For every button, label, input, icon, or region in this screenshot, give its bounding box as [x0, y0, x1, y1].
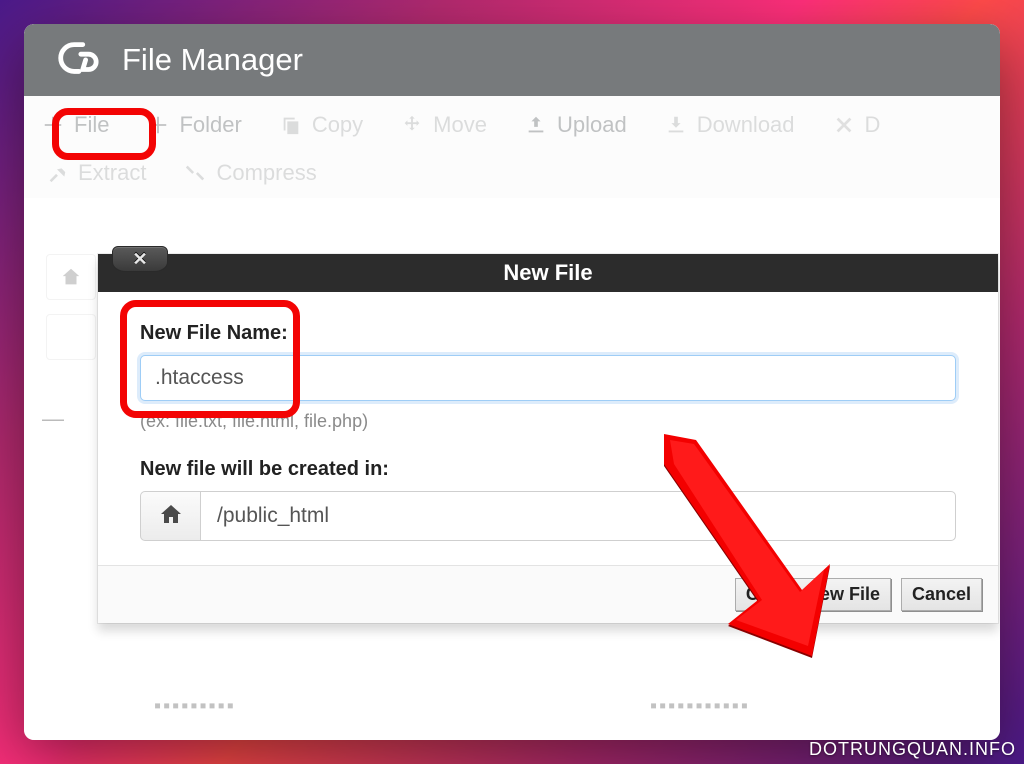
toolbar-label: File — [74, 112, 109, 138]
plus-icon — [147, 114, 169, 136]
bg-row-hint: ▪▪▪▪▪▪▪▪▪▪▪ — [650, 695, 750, 718]
toolbar-label: Upload — [557, 112, 627, 138]
location-input[interactable] — [200, 491, 956, 541]
app-header: File Manager — [24, 24, 1000, 96]
toolbar-label: Copy — [312, 112, 363, 138]
toolbar: File Folder Copy Move Upload Download D — [24, 96, 1000, 198]
move-button[interactable]: Move — [395, 104, 493, 146]
extract-icon — [46, 162, 68, 184]
home-icon — [159, 502, 183, 531]
copy-icon — [280, 114, 302, 136]
filename-input[interactable] — [140, 355, 956, 401]
plus-icon — [42, 114, 64, 136]
compress-button[interactable]: Compress — [178, 152, 322, 194]
download-button[interactable]: Download — [659, 104, 801, 146]
home-button[interactable] — [140, 491, 200, 541]
new-folder-button[interactable]: Folder — [141, 104, 247, 146]
location-label: New file will be created in: — [140, 458, 956, 481]
cutoff-button[interactable]: D — [827, 104, 887, 146]
dialog-close-button[interactable]: ✕ — [112, 246, 168, 272]
move-icon — [401, 114, 423, 136]
cpanel-logo-icon — [54, 35, 100, 86]
bg-row-hint: ▪▪▪▪▪▪▪▪▪ — [154, 695, 236, 718]
extract-button[interactable]: Extract — [40, 152, 152, 194]
new-file-button[interactable]: File — [36, 104, 115, 146]
cancel-button[interactable]: Cancel — [901, 578, 982, 611]
dialog-footer: Create New File Cancel — [98, 565, 998, 623]
close-icon: ✕ — [132, 250, 147, 268]
upload-button[interactable]: Upload — [519, 104, 633, 146]
dialog-title-bar: ✕ New File — [98, 254, 998, 292]
toolbar-label: Compress — [216, 160, 316, 186]
compress-icon — [184, 162, 206, 184]
toolbar-label: Extract — [78, 160, 146, 186]
sidebar-hint — [46, 254, 96, 654]
filename-hint: (ex: file.txt, file.html, file.php) — [140, 411, 956, 432]
app-window: File Manager File Folder Copy Move Uploa… — [24, 24, 1000, 740]
new-file-dialog: ✕ New File New File Name: (ex: file.txt,… — [98, 254, 998, 623]
close-icon — [833, 114, 855, 136]
toolbar-label: D — [865, 112, 881, 138]
upload-icon — [525, 114, 547, 136]
download-icon — [665, 114, 687, 136]
app-title: File Manager — [122, 42, 303, 78]
filename-label: New File Name: — [140, 322, 956, 345]
toolbar-label: Move — [433, 112, 487, 138]
toolbar-label: Folder — [179, 112, 241, 138]
toolbar-label: Download — [697, 112, 795, 138]
tree-collapse: — — [42, 406, 64, 432]
watermark: DOTRUNGQUAN.INFO — [809, 739, 1016, 760]
dialog-title: New File — [503, 260, 592, 285]
create-new-file-button[interactable]: Create New File — [735, 578, 891, 611]
copy-button[interactable]: Copy — [274, 104, 369, 146]
